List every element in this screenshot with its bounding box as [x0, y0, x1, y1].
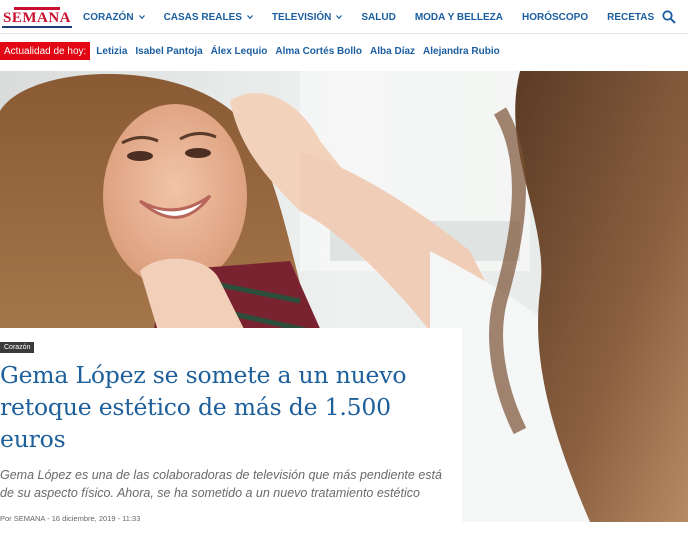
top-navigation: SEMANA CORAZÓN CASAS REALES TELEVISIÓN S… — [0, 0, 688, 34]
nav-item-moda-y-belleza[interactable]: MODA Y BELLEZA — [415, 12, 503, 23]
article-headline[interactable]: Gema López se somete a un nuevo retoque … — [0, 359, 450, 455]
nav-item-horoscopo[interactable]: HORÓSCOPO — [522, 12, 588, 23]
trending-links: Letizia Isabel Pantoja Álex Lequio Alma … — [96, 46, 507, 57]
trending-link-alejandra-rubio[interactable]: Alejandra Rubio — [423, 46, 500, 57]
trending-link-alma-cortes-bollo[interactable]: Alma Cortés Bollo — [275, 46, 362, 57]
chevron-down-icon — [138, 15, 145, 20]
main-nav: CORAZÓN CASAS REALES TELEVISIÓN SALUD MO… — [83, 0, 673, 34]
nav-item-label: RECETAS — [607, 11, 655, 23]
logo-wordmark: SEMANA — [2, 9, 73, 28]
chevron-down-icon — [246, 15, 253, 20]
trending-label: Actualidad de hoy: — [0, 42, 91, 60]
trending-bar: Actualidad de hoy: Letizia Isabel Pantoj… — [0, 41, 688, 61]
nav-item-label: TELEVISIÓN — [271, 11, 332, 23]
trending-link-isabel-pantoja[interactable]: Isabel Pantoja — [135, 46, 202, 57]
byline-date: 16 diciembre, 2019 - 11:33 — [51, 514, 141, 523]
nav-item-label: SALUD — [361, 11, 396, 23]
byline-separator: - — [47, 514, 50, 523]
category-badge[interactable]: Corazón — [0, 342, 35, 353]
nav-item-corazon[interactable]: CORAZÓN — [83, 12, 145, 23]
trending-link-letizia[interactable]: Letizia — [96, 46, 127, 57]
nav-item-label: HORÓSCOPO — [521, 11, 589, 23]
trending-link-alex-lequio[interactable]: Álex Lequio — [211, 46, 268, 57]
trending-link-alba-diaz[interactable]: Alba Díaz — [370, 46, 415, 57]
byline-author[interactable]: SEMANA — [14, 514, 45, 523]
nav-item-television[interactable]: TELEVISIÓN — [271, 11, 343, 23]
nav-item-label: CASAS REALES — [163, 11, 242, 23]
semana-logo[interactable]: SEMANA — [2, 6, 73, 28]
nav-item-label: CORAZÓN — [83, 11, 134, 23]
nav-item-casas-reales[interactable]: CASAS REALES — [164, 12, 253, 23]
nav-item-recetas[interactable]: RECETAS — [607, 12, 654, 23]
article-byline: Por SEMANA - 16 diciembre, 2019 - 11:33 — [0, 514, 140, 523]
search-icon[interactable] — [662, 10, 676, 24]
nav-item-label: MODA Y BELLEZA — [414, 11, 503, 23]
article-summary: Gema López es una de las colaboradoras d… — [0, 468, 442, 500]
article-card: Corazón Gema López se somete a un nuevo … — [0, 328, 462, 536]
chevron-down-icon — [336, 15, 343, 20]
nav-item-salud[interactable]: SALUD — [361, 12, 395, 23]
byline-prefix: Por — [0, 514, 12, 523]
